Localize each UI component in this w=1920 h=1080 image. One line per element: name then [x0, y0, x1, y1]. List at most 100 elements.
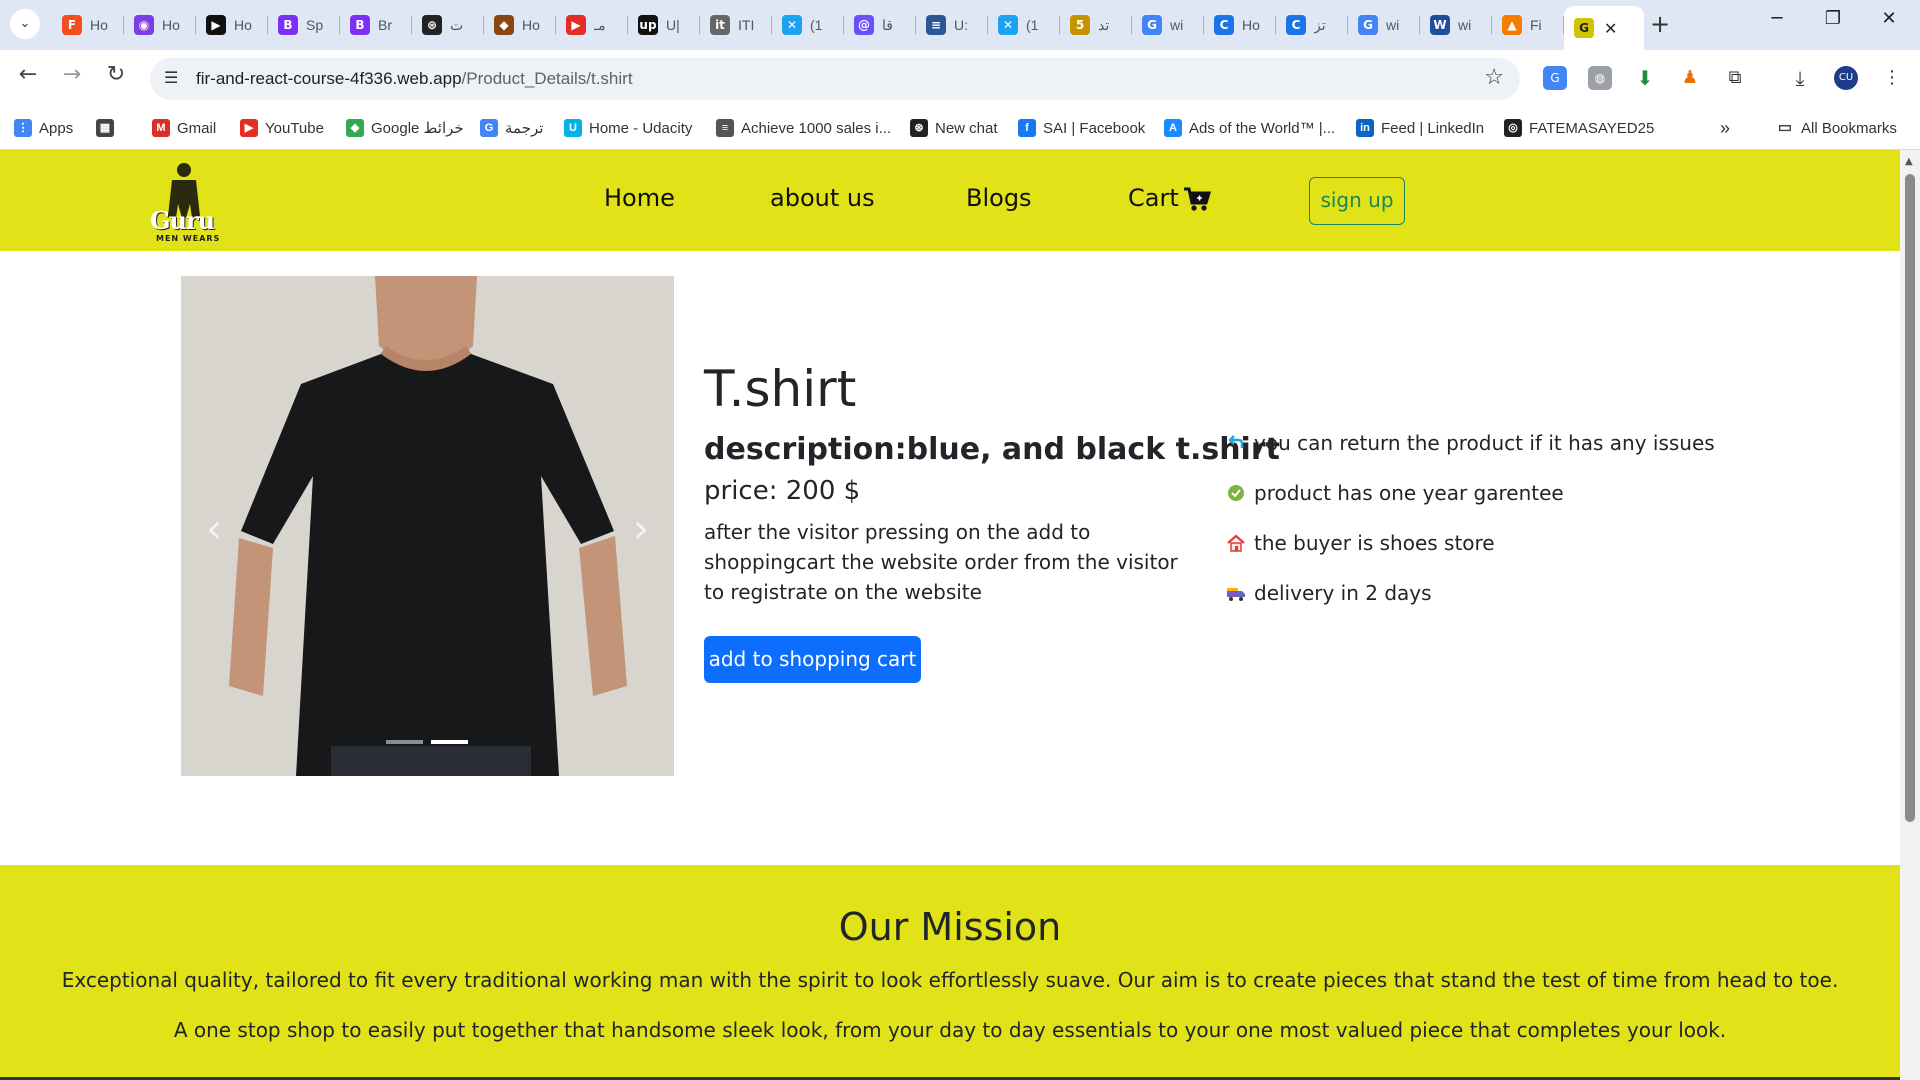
site-navbar: Guru MEN WEARS Home about us Blogs Cart … [0, 150, 1900, 251]
browser-tab[interactable]: it ITI [700, 6, 772, 44]
restore-button[interactable]: ❐ [1818, 8, 1848, 29]
tab-favicon-icon: C [1214, 15, 1234, 35]
mission-paragraph-2: A one stop shop to easily put together t… [173, 1018, 1727, 1042]
reload-icon[interactable]: ↻ [100, 62, 132, 87]
bookmark-item[interactable]: f SAI | Facebook [1018, 116, 1145, 140]
nav-about[interactable]: about us [770, 184, 875, 212]
carousel-indicator-active[interactable] [431, 740, 468, 744]
browser-tab[interactable]: C تز [1276, 6, 1348, 44]
bookmark-favicon-icon: f [1018, 119, 1036, 137]
bookmark-star-icon[interactable]: ☆ [1484, 65, 1504, 90]
bookmark-item[interactable]: ≡ Achieve 1000 sales i... [716, 116, 891, 140]
tab-favicon-icon: ▲ [1502, 15, 1522, 35]
browser-tab[interactable]: ▲ Fi [1492, 6, 1564, 44]
tab-favicon-icon: up [638, 15, 658, 35]
browser-tab[interactable]: C Ho [1204, 6, 1276, 44]
nav-cart[interactable]: Cart [1128, 184, 1179, 212]
browser-tab[interactable]: ≡ U: [916, 6, 988, 44]
bookmark-item[interactable]: ◎ FATEMASAYED25 [1504, 116, 1654, 140]
bookmark-item[interactable]: ⋮ Apps [14, 116, 73, 140]
url-path: /Product_Details/t.shirt [461, 69, 633, 88]
minimize-button[interactable]: ─ [1762, 8, 1792, 29]
check-badge-icon [1228, 485, 1244, 501]
download-arrow-extension-icon[interactable]: ⬇ [1633, 66, 1657, 90]
browser-tab[interactable]: Gwi [1132, 6, 1204, 44]
bookmark-favicon-icon: ◆ [346, 119, 364, 137]
tab-favicon-icon: W [1430, 15, 1450, 35]
feature-item: delivery in 2 days [1226, 578, 1432, 608]
carousel-indicator[interactable] [386, 740, 423, 744]
tab-list: F Ho ◉ Ho ▶ Ho B Sp B Br ⊛ ت ◆ Ho ▶ مـ up U| it ITI ✕ (1 @ قا ≡ U… [52, 6, 1644, 50]
forward-icon[interactable]: → [56, 62, 88, 87]
menu-kebab-icon[interactable]: ⋮ [1880, 66, 1904, 90]
new-tab-button[interactable]: + [1650, 10, 1670, 38]
tab-favicon-icon: ◉ [134, 15, 154, 35]
product-carousel[interactable]: ‹ › [181, 276, 674, 776]
bookmark-item[interactable]: M Gmail [152, 116, 216, 140]
tab-favicon-icon: B [278, 15, 298, 35]
browser-tab[interactable]: ⊛ ت [412, 6, 484, 44]
product-price: price: 200 $ [704, 476, 861, 506]
page-scrollbar[interactable]: ▲ [1900, 150, 1920, 1080]
address-bar[interactable]: ☰ fir-and-react-course-4f336.web.app/Pro… [150, 58, 1520, 100]
bookmark-label: Apps [39, 119, 74, 137]
bookmark-label: ترجمة [505, 120, 544, 137]
bookmark-favicon-icon: ⊛ [910, 119, 928, 137]
browser-tab[interactable]: F Ho [52, 6, 124, 44]
bookmark-item[interactable]: ▦ [96, 116, 121, 140]
back-icon[interactable]: ← [12, 62, 44, 87]
browser-tab[interactable]: @ قا [844, 6, 916, 44]
feature-item: the buyer is shoes store [1226, 528, 1495, 558]
url-text[interactable]: fir-and-react-course-4f336.web.app/Produ… [196, 69, 633, 89]
bookmark-label: Feed | LinkedIn [1381, 119, 1485, 137]
bookmark-item[interactable]: A Ads of the World™ |... [1164, 116, 1335, 140]
feature-text: delivery in 2 days [1254, 581, 1432, 605]
bookmark-item[interactable]: ◆ Google خرائط [346, 116, 464, 140]
nav-blogs[interactable]: Blogs [966, 184, 1032, 212]
scroll-thumb[interactable] [1905, 174, 1915, 822]
browser-tab[interactable]: ◆ Ho [484, 6, 556, 44]
logo-text: Guru [150, 206, 215, 235]
more-bookmarks-button[interactable]: » [1720, 116, 1730, 140]
browser-tab[interactable]: 5 تد [1060, 6, 1132, 44]
site-info-icon[interactable]: ☰ [164, 68, 178, 87]
globe-extension-icon[interactable]: ◍ [1588, 66, 1612, 90]
nav-home[interactable]: Home [604, 184, 675, 212]
browser-tab[interactable]: ▶ Ho [196, 6, 268, 44]
bookmark-item[interactable]: ⊛ New chat [910, 116, 998, 140]
cart-icon[interactable] [1183, 186, 1211, 212]
web-page: Guru MEN WEARS Home about us Blogs Cart … [0, 150, 1900, 1080]
browser-tab[interactable]: up U| [628, 6, 700, 44]
tab-favicon-icon: G [1142, 15, 1162, 35]
active-browser-tab[interactable]: G ✕ [1564, 6, 1644, 50]
browser-tab[interactable]: B Sp [268, 6, 340, 44]
browser-tab[interactable]: Wwi [1420, 6, 1492, 44]
tab-search-button[interactable]: ⌄ [10, 9, 40, 39]
extensions-puzzle-icon[interactable]: ⧉ [1723, 66, 1747, 90]
bookmark-item[interactable]: ▶ YouTube [240, 116, 324, 140]
close-tab-icon[interactable]: ✕ [1604, 19, 1617, 38]
chess-extension-icon[interactable]: ♟ [1678, 66, 1702, 90]
browser-tab[interactable]: ✕ (1 [988, 6, 1060, 44]
downloads-icon[interactable]: ⤓ [1788, 66, 1812, 90]
browser-tab[interactable]: Gwi [1348, 6, 1420, 44]
translate-extension-icon[interactable]: G [1543, 66, 1567, 90]
browser-tab[interactable]: ▶ مـ [556, 6, 628, 44]
bookmark-item[interactable]: G ترجمة [480, 116, 543, 140]
carousel-next-button[interactable]: › [633, 506, 649, 552]
browser-tab[interactable]: ✕ (1 [772, 6, 844, 44]
toolbar: ← → ↻ ☰ fir-and-react-course-4f336.web.a… [0, 50, 1920, 108]
close-window-button[interactable]: ✕ [1874, 8, 1904, 29]
carousel-prev-button[interactable]: ‹ [206, 506, 222, 552]
browser-tab[interactable]: B Br [340, 6, 412, 44]
browser-tab[interactable]: ◉ Ho [124, 6, 196, 44]
bookmark-item[interactable]: U Home - Udacity [564, 116, 692, 140]
scroll-up-arrow-icon[interactable]: ▲ [1905, 156, 1913, 167]
profile-avatar[interactable]: CU [1834, 66, 1858, 90]
sign-up-button[interactable]: sign up [1309, 177, 1405, 225]
all-bookmarks-button[interactable]: ▭ All Bookmarks [1776, 116, 1897, 140]
bookmark-item[interactable]: in Feed | LinkedIn [1356, 116, 1484, 140]
bookmark-label: YouTube [265, 119, 324, 137]
tab-title: تد [1098, 16, 1110, 33]
add-to-cart-button[interactable]: add to shopping cart [704, 636, 921, 683]
